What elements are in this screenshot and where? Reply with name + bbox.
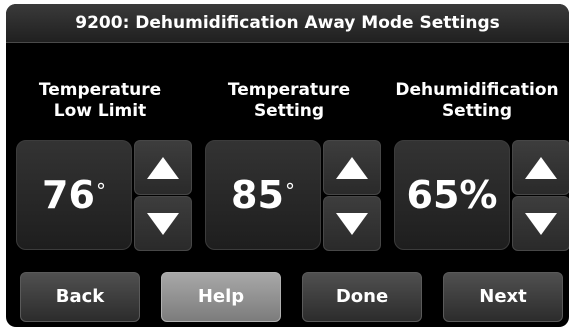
label-line-2: Setting	[253, 101, 325, 121]
help-button[interactable]: Help	[161, 272, 281, 322]
temperature-low-limit-control: 76 °	[16, 140, 194, 251]
dehumidification-setting-increase-button[interactable]	[512, 140, 569, 195]
page-title: 9200: Dehumidification Away Mode Setting…	[6, 4, 569, 43]
degree-symbol: °	[284, 179, 295, 203]
temperature-setting-value: 85	[231, 173, 284, 217]
label-line-2: Setting	[441, 101, 513, 121]
label-line-2: Low Limit	[53, 101, 147, 121]
down-arrow-icon	[147, 212, 179, 235]
temperature-setting-label: Temperature Setting	[199, 80, 379, 122]
up-arrow-icon	[336, 156, 368, 179]
up-arrow-icon	[147, 156, 179, 179]
temperature-low-limit-value: 76	[42, 173, 95, 217]
up-arrow-icon	[525, 156, 557, 179]
temperature-setting-increase-button[interactable]	[323, 140, 381, 195]
dehumidification-setting-value-display: 65%	[394, 140, 510, 250]
down-arrow-icon	[525, 212, 557, 235]
temperature-low-limit-increase-button[interactable]	[134, 140, 192, 195]
temperature-setting-decrease-button[interactable]	[323, 196, 381, 251]
dehumidification-setting-decrease-button[interactable]	[512, 196, 569, 251]
next-button[interactable]: Next	[443, 272, 563, 322]
dehumidification-setting-label: Dehumidification Setting	[387, 80, 567, 122]
label-line-1: Temperature	[38, 80, 162, 100]
temperature-setting-value-display: 85 °	[205, 140, 321, 250]
thermostat-screen: 9200: Dehumidification Away Mode Setting…	[6, 4, 569, 327]
label-line-1: Dehumidification	[395, 80, 559, 100]
degree-symbol: °	[95, 179, 106, 203]
label-line-1: Temperature	[227, 80, 351, 100]
temperature-low-limit-decrease-button[interactable]	[134, 196, 192, 251]
back-button[interactable]: Back	[20, 272, 140, 322]
dehumidification-setting-value: 65%	[406, 173, 498, 217]
dehumidification-setting-control: 65%	[394, 140, 569, 251]
temperature-low-limit-value-display: 76 °	[16, 140, 132, 250]
down-arrow-icon	[336, 212, 368, 235]
done-button[interactable]: Done	[302, 272, 422, 322]
temperature-low-limit-label: Temperature Low Limit	[10, 80, 190, 122]
temperature-setting-control: 85 °	[205, 140, 383, 251]
